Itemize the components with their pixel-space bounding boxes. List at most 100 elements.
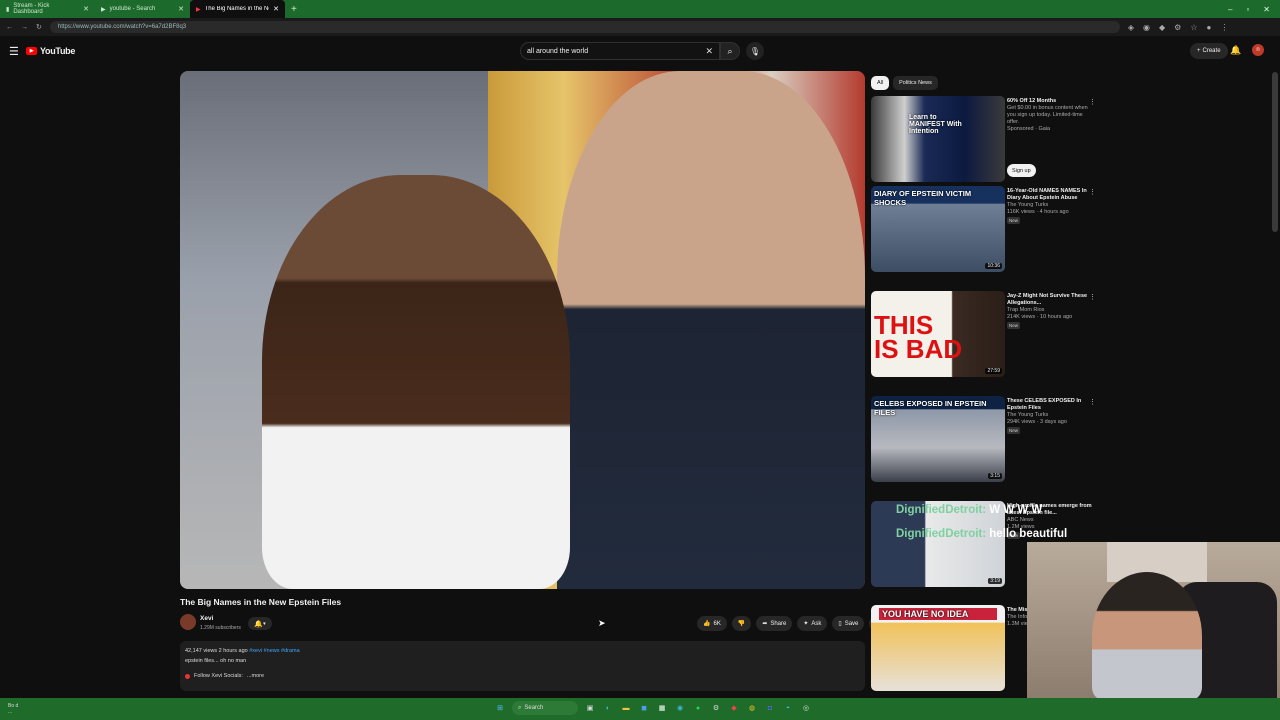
video-title[interactable]: Jay-Z Might Not Survive These Allegation… <box>1007 293 1092 307</box>
notifications-bell-icon[interactable]: 🔔 <box>1230 45 1241 56</box>
chat-text: W W W W <box>989 504 1043 516</box>
thumbnail[interactable]: CELEBS EXPOSED IN EPSTEIN FILES 3:15 <box>871 396 1005 482</box>
app-icon[interactable]: ◘ <box>764 702 776 714</box>
extension-icon[interactable]: ◆ <box>1159 23 1165 32</box>
obs-icon[interactable]: ◎ <box>800 702 812 714</box>
mic-icon: 🎙 <box>749 46 761 56</box>
bell-icon: 🔔 <box>254 620 264 628</box>
task-view-icon[interactable]: ▣ <box>584 702 596 714</box>
list-item[interactable]: Learn to MANIFEST With Intention 60% Off… <box>871 96 1111 196</box>
forward-icon[interactable]: → <box>21 24 28 31</box>
more-vert-icon[interactable]: ⋮ <box>1089 398 1096 406</box>
extension-icon[interactable]: ⚙ <box>1174 23 1181 32</box>
app-icon[interactable]: ◓ <box>782 702 794 714</box>
search-button[interactable]: ⌕ <box>720 42 740 60</box>
scrollbar[interactable] <box>1272 72 1278 232</box>
youtube-logo[interactable]: ▶ YouTube <box>26 46 75 56</box>
video-title[interactable]: 60% Off 12 Months <box>1007 98 1092 105</box>
hashtags[interactable]: #xevi #news #drama <box>249 648 299 654</box>
share-button[interactable]: ➦ Share <box>756 616 793 631</box>
thumbnail[interactable]: DIARY OF EPSTEIN VICTIM SHOCKS 10:36 <box>871 186 1005 272</box>
youtube-icon: ▶ <box>101 6 106 13</box>
more-vert-icon[interactable]: ⋮ <box>1089 293 1096 301</box>
thumbnail[interactable]: Learn to MANIFEST With Intention <box>871 96 1005 182</box>
voice-search-button[interactable]: 🎙 <box>746 42 764 60</box>
tab-label: Stream - Kick Dashboard <box>13 3 50 15</box>
video-info: These CELEBS EXPOSED In Epstein Files Th… <box>1007 398 1092 435</box>
edge-icon[interactable]: ◐ <box>602 702 614 714</box>
chevron-down-icon: ▾ <box>263 620 266 627</box>
maximize-icon[interactable]: ▫ <box>1246 5 1249 14</box>
thumbnail[interactable]: YOU HAVE NO IDEA <box>871 605 1005 691</box>
browser-tab[interactable]: ▮ Stream - Kick Dashboard ✕ <box>0 0 95 18</box>
dislike-button[interactable]: 👎 <box>731 616 752 631</box>
url-input[interactable]: https://www.youtube.com/watch?v=6a7d2BF8… <box>49 21 1120 33</box>
close-icon[interactable]: ✕ <box>83 5 89 13</box>
kick-icon: ▮ <box>6 6 10 13</box>
new-badge: New <box>1007 217 1021 224</box>
more-vert-icon[interactable]: ⋮ <box>1089 188 1096 196</box>
file-explorer-icon[interactable]: ▬ <box>620 702 632 714</box>
channel-name[interactable]: Trap Mom Rios <box>1007 307 1092 314</box>
views-line: 42,147 views 2 hours ago <box>185 648 248 654</box>
thumbnail[interactable]: THIS IS BAD 27:59 <box>871 291 1005 377</box>
video-meta: 116K views · 4 hours ago <box>1007 209 1069 215</box>
chip-all[interactable]: All <box>871 76 890 90</box>
chrome-icon[interactable]: ◍ <box>746 702 758 714</box>
close-icon[interactable]: ✕ <box>178 5 184 13</box>
calendar-icon[interactable]: ▦ <box>656 702 668 714</box>
list-item[interactable]: DIARY OF EPSTEIN VICTIM SHOCKS 10:36 16-… <box>871 186 1111 286</box>
window-controls: – ▫ ✕ <box>1228 5 1280 14</box>
tab-label: The Big Names in the New Epstein Files <box>204 6 270 12</box>
address-bar-row: ← → ↻ https://www.youtube.com/watch?v=6a… <box>0 18 1280 36</box>
sign-up-button[interactable]: Sign up <box>1007 164 1036 177</box>
weather-widget[interactable]: Bo d... <box>8 703 18 715</box>
reload-icon[interactable]: ↻ <box>36 23 42 31</box>
video-player[interactable] <box>180 71 865 589</box>
app-icon[interactable]: ⚙ <box>710 702 722 714</box>
save-button[interactable]: ▯ Save <box>832 616 865 631</box>
list-item[interactable]: THIS IS BAD 27:59 Jay-Z Might Not Surviv… <box>871 291 1111 391</box>
app-icon[interactable]: ◉ <box>674 702 686 714</box>
description-box[interactable]: 42,147 views 2 hours ago #xevi #news #dr… <box>180 641 865 691</box>
account-avatar[interactable]: n <box>1252 44 1264 56</box>
bookmark-icon[interactable]: ☆ <box>1190 23 1197 32</box>
close-window-icon[interactable]: ✕ <box>1263 5 1270 14</box>
back-icon[interactable]: ← <box>6 24 13 31</box>
channel-name[interactable]: The Young Turks <box>1007 412 1092 419</box>
chat-overlay: DignifiedDetroit: W W W W DignifiedDetro… <box>896 498 1067 546</box>
taskbar-search[interactable]: ⌕ Search <box>512 701 578 715</box>
like-button[interactable]: 👍 6K <box>697 616 727 631</box>
clear-search-icon[interactable]: ✕ <box>705 46 713 57</box>
windows-start-icon[interactable]: ⊞ <box>494 702 506 714</box>
browser-tab[interactable]: ▶ youtube - Search ✕ <box>95 0 190 18</box>
profile-icon[interactable]: ● <box>1207 23 1212 32</box>
extension-icon[interactable]: ◉ <box>1143 23 1150 32</box>
list-item[interactable]: CELEBS EXPOSED IN EPSTEIN FILES 3:15 The… <box>871 396 1111 496</box>
app-icon[interactable]: ◆ <box>728 702 740 714</box>
store-icon[interactable]: ◼ <box>638 702 650 714</box>
share-icon: ➦ <box>762 621 768 627</box>
new-tab-button[interactable]: + <box>285 4 303 15</box>
spotify-icon[interactable]: ● <box>692 702 704 714</box>
extension-icon[interactable]: ◈ <box>1128 23 1134 32</box>
minimize-icon[interactable]: – <box>1228 5 1232 14</box>
hamburger-menu-icon[interactable]: ☰ <box>9 45 19 58</box>
subscription-bell-button[interactable]: 🔔 ▾ <box>248 617 272 630</box>
menu-icon[interactable]: ⋮ <box>1220 23 1228 32</box>
close-icon[interactable]: ✕ <box>273 5 279 13</box>
chip-politics-news[interactable]: Politics News <box>893 76 938 90</box>
avatar-letter: n <box>1256 47 1260 53</box>
chat-message: DignifiedDetroit: W W W W <box>896 498 1067 522</box>
video-title[interactable]: 16-Year-Old NAMES NAMES In Diary About E… <box>1007 188 1092 202</box>
video-title[interactable]: These CELEBS EXPOSED In Epstein Files <box>1007 398 1092 412</box>
channel-avatar[interactable] <box>180 614 196 630</box>
browser-tab-active[interactable]: ▶The Big Names in the New Epstein Files✕ <box>190 0 285 18</box>
search-input[interactable]: all around the world ✕ <box>520 42 720 60</box>
create-button[interactable]: + Create <box>1190 43 1228 59</box>
more-link[interactable]: ...more <box>247 671 264 681</box>
channel-name[interactable]: The Young Turks <box>1007 202 1092 209</box>
channel-name[interactable]: Xevi <box>200 615 213 622</box>
ask-button[interactable]: ✦ Ask <box>797 616 828 631</box>
more-vert-icon[interactable]: ⋮ <box>1089 98 1096 106</box>
